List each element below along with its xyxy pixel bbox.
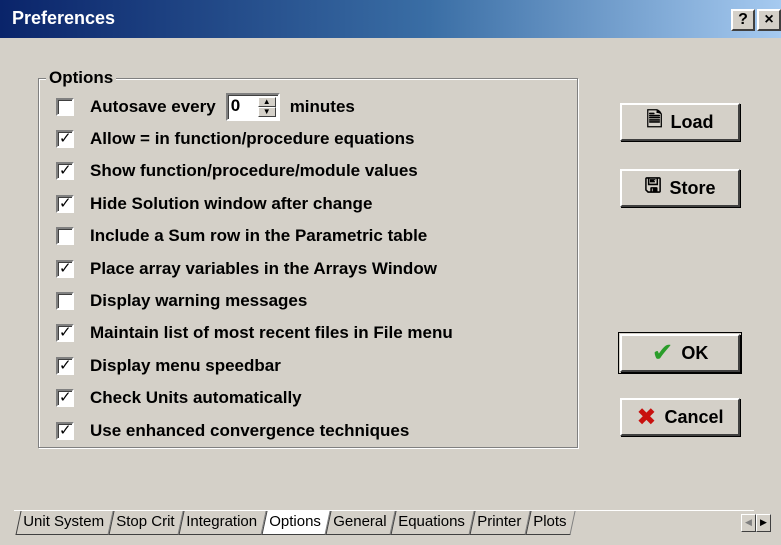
red-x-icon: ✖ (636, 403, 657, 431)
option-label: Display warning messages (90, 291, 308, 310)
tab-label: Unit System (23, 513, 105, 530)
checkmark-icon: ✓ (59, 388, 72, 406)
spinner-buttons: ▲ ▼ (257, 97, 276, 117)
tab-label: Plots (533, 513, 567, 530)
tabs: Unit System Stop Crit Integration Options Ge… (15, 511, 577, 535)
tab-integration[interactable]: Integration (178, 511, 267, 535)
tab-scroll-right-icon[interactable]: ▶ (756, 514, 771, 532)
preferences-dialog: Preferences ? × Options Autosave every 0… (0, 0, 781, 545)
option-label: Include a Sum row in the Parametric tabl… (90, 226, 428, 245)
option-autosave[interactable]: Autosave every 0 ▲ ▼ minutes (56, 93, 355, 121)
checkmark-icon: ✓ (59, 421, 72, 439)
checkmark-icon: ✓ (59, 259, 72, 277)
option-checkbox[interactable]: ✓ (56, 194, 74, 213)
tab-label: General (333, 513, 387, 530)
tab-general[interactable]: General (325, 511, 396, 535)
autosave-minutes-value: 0 (230, 96, 241, 115)
option-checkbox[interactable]: ✓ (56, 259, 74, 278)
store-button[interactable]: 🖫 Store (620, 169, 740, 207)
option-row[interactable]: ✓ Hide Solution window after change (56, 192, 372, 216)
option-checkbox[interactable]: ✓ (56, 388, 74, 407)
autosave-minutes-input[interactable]: 0 ▲ ▼ (225, 93, 280, 121)
autosave-minutes-label: minutes (289, 97, 355, 116)
load-button[interactable]: 🗎 Load (620, 103, 740, 141)
tab-plots[interactable]: Plots (525, 511, 577, 535)
help-button[interactable]: ? (731, 9, 755, 31)
autosave-minutes-spinner[interactable]: 0 ▲ ▼ (225, 93, 280, 121)
tab-printer[interactable]: Printer (469, 511, 531, 535)
option-row[interactable]: ✓ Place array variables in the Arrays Win… (56, 257, 437, 281)
tab-scroll-left-icon[interactable]: ◀ (741, 514, 756, 532)
tab-label: Integration (186, 513, 258, 530)
tab-options[interactable]: Options (261, 511, 331, 535)
checkmark-icon: ✓ (59, 161, 72, 179)
option-label: Allow = in function/procedure equations (90, 129, 415, 148)
cancel-button-label: Cancel (664, 406, 724, 427)
checkmark-icon: ✓ (59, 129, 72, 147)
option-checkbox[interactable] (56, 227, 74, 245)
option-label: Show function/procedure/module values (90, 161, 418, 180)
option-row[interactable]: ✓ Use enhanced convergence techniques (56, 419, 409, 443)
option-checkbox[interactable]: ✓ (56, 323, 74, 342)
option-checkbox[interactable]: ✓ (56, 421, 74, 440)
tab-label: Options (269, 513, 322, 530)
close-button[interactable]: × (757, 9, 781, 31)
tab-scroll-buttons: ◀ ▶ (741, 514, 771, 532)
save-to-disk-icon: 🖫 (644, 173, 662, 197)
ok-button-label: OK (681, 342, 709, 363)
load-button-label: Load (670, 111, 714, 132)
green-checkmark-icon: ✔ (651, 338, 674, 368)
autosave-checkbox[interactable] (56, 98, 74, 116)
option-row[interactable]: ✓ Check Units automatically (56, 386, 302, 410)
document-icon: 🗎 (646, 107, 663, 131)
spin-down-arrow-icon[interactable]: ▼ (257, 107, 276, 117)
option-row[interactable]: Display warning messages (56, 289, 307, 313)
tab-label: Printer (477, 513, 522, 530)
spin-up-arrow-icon[interactable]: ▲ (257, 97, 276, 107)
tab-unit-system[interactable]: Unit System (15, 511, 114, 535)
option-row[interactable]: ✓ Maintain list of most recent files in F… (56, 321, 453, 345)
checkmark-icon: ✓ (59, 356, 72, 374)
option-row[interactable]: Include a Sum row in the Parametric tabl… (56, 224, 427, 248)
option-label: Hide Solution window after change (90, 194, 373, 213)
option-checkbox[interactable]: ✓ (56, 129, 74, 148)
tab-label: Equations (398, 513, 466, 530)
tab-equations[interactable]: Equations (390, 511, 475, 535)
option-checkbox[interactable]: ✓ (56, 161, 74, 180)
store-button-label: Store (669, 177, 716, 198)
tab-stop-crit[interactable]: Stop Crit (108, 511, 184, 535)
options-group-label: Options (46, 68, 117, 88)
option-row[interactable]: ✓ Allow = in function/procedure equations (56, 127, 414, 151)
option-row[interactable]: ✓ Display menu speedbar (56, 354, 281, 378)
option-label: Use enhanced convergence techniques (90, 421, 410, 440)
option-label: Place array variables in the Arrays Wind… (90, 259, 437, 278)
cancel-button[interactable]: ✖ Cancel (620, 398, 740, 436)
checkmark-icon: ✓ (59, 323, 72, 341)
option-checkbox[interactable]: ✓ (56, 356, 74, 375)
option-label: Check Units automatically (90, 388, 302, 407)
option-checkbox[interactable] (56, 292, 74, 310)
ok-button[interactable]: ✔ OK (618, 332, 742, 374)
option-label: Display menu speedbar (90, 356, 281, 375)
window-title: Preferences (12, 8, 116, 28)
checkmark-icon: ✓ (59, 194, 72, 212)
option-label: Maintain list of most recent files in Fi… (90, 323, 453, 342)
autosave-label: Autosave every (90, 97, 216, 116)
option-row[interactable]: ✓ Show function/procedure/module values (56, 159, 418, 183)
tab-label: Stop Crit (116, 513, 175, 530)
title-bar[interactable]: Preferences ? × (0, 0, 781, 38)
